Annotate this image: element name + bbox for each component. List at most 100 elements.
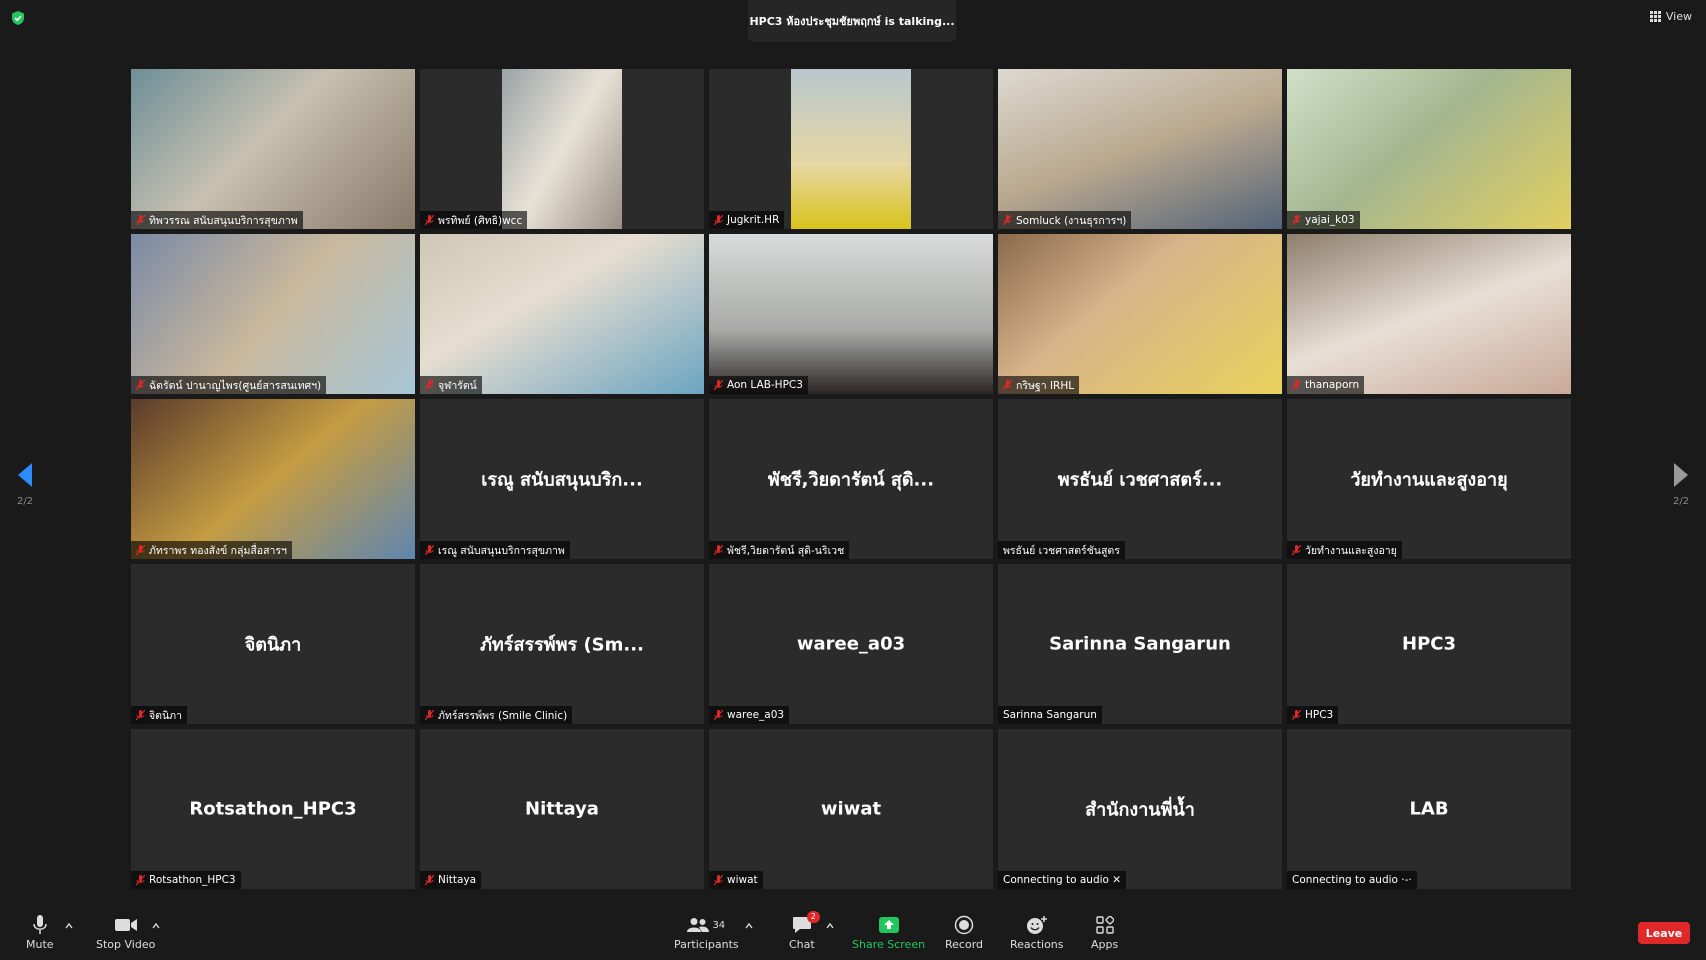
microphone-icon (33, 915, 47, 934)
participant-tile[interactable]: ทิพวรรณ สนับสนุนบริการสุขภาพ (131, 69, 415, 229)
participant-tile[interactable]: จุฬารัตน์ (420, 234, 704, 394)
participant-name-label: ทิพวรรณ สนับสนุนบริการสุขภาพ (131, 211, 303, 229)
participant-tile[interactable]: พรธันย์ เวชศาสตร์... พรธันย์ เวชศาสตร์ชั… (998, 399, 1282, 559)
right-arrow-icon[interactable] (1673, 462, 1689, 488)
participant-name-label: Rotsathon_HPC3 (131, 871, 241, 889)
participant-name-label: Aon LAB-HPC3 (709, 376, 808, 394)
participant-name: Somluck (งานธุรการฯ) (1016, 214, 1127, 227)
participant-tile[interactable]: กริษฐา IRHL (998, 234, 1282, 394)
participant-name-label: พรทิพย์ (ศิทธิ)wcc (420, 211, 528, 229)
participant-tile[interactable]: Rotsathon_HPC3 Rotsathon_HPC3 (131, 729, 415, 889)
participant-tile[interactable]: จิตนิภา จิตนิภา (131, 564, 415, 724)
reactions-button[interactable]: Reactions (1010, 912, 1064, 951)
view-button[interactable]: View (1649, 10, 1692, 23)
mic-muted-icon (1003, 379, 1012, 390)
participant-name-label: ภัทราพร ทองสังข์ กลุ่มสื่อสารฯ (131, 541, 292, 559)
participant-display-name: เรณู สนับสนุนบริก... (481, 469, 643, 491)
view-label: View (1665, 10, 1692, 23)
reactions-label: Reactions (1010, 938, 1064, 951)
mic-muted-icon (1292, 379, 1301, 390)
participant-display-name: Sarinna Sangarun (1049, 633, 1231, 655)
participant-tile[interactable]: เรณู สนับสนุนบริก... เรณู สนับสนุนบริการ… (420, 399, 704, 559)
participant-tile[interactable]: Sarinna Sangarun Sarinna Sangarun (998, 564, 1282, 724)
apps-icon (1095, 916, 1114, 934)
participant-tile[interactable]: waree_a03 waree_a03 (709, 564, 993, 724)
leave-meeting-button[interactable]: Leave (1638, 922, 1690, 944)
participant-name-label: ภัทร์สรรพ์พร (Smile Clinic) (420, 706, 573, 724)
participant-video-grid: ทิพวรรณ สนับสนุนบริการสุขภาพ พรทิพย์ (ศิ… (131, 69, 1571, 889)
participant-name-label: Jugkrit.HR (709, 211, 785, 229)
participant-tile[interactable]: สำนักงานพี่น้ำ Connecting to audio ✕ (998, 729, 1282, 889)
participant-tile[interactable]: Somluck (งานธุรการฯ) (998, 69, 1282, 229)
apps-button[interactable]: Apps (1091, 912, 1118, 951)
participant-tile[interactable]: thanaporn (1287, 234, 1571, 394)
participant-name: กริษฐา IRHL (1016, 379, 1075, 392)
participant-tile[interactable]: HPC3 HPC3 (1287, 564, 1571, 724)
grid-view-icon (1649, 11, 1661, 22)
video-feed (998, 234, 1282, 394)
participant-tile[interactable]: ภัทราพร ทองสังข์ กลุ่มสื่อสารฯ (131, 399, 415, 559)
participant-tile[interactable]: Nittaya Nittaya (420, 729, 704, 889)
participant-name: ภัทราพร ทองสังข์ กลุ่มสื่อสารฯ (149, 544, 287, 557)
participant-name-label: จุฬารัตน์ (420, 376, 482, 394)
participant-display-name: วัยทำงานและสูงอายุ (1350, 469, 1508, 491)
participant-name: thanaporn (1305, 379, 1360, 391)
participant-display-name: สำนักงานพี่น้ำ (1085, 799, 1195, 821)
participants-button[interactable]: 34 Participants (674, 912, 739, 951)
mic-muted-icon (714, 874, 723, 885)
mic-muted-icon (1003, 214, 1012, 225)
participant-name-label: Sarinna Sangarun (998, 706, 1102, 724)
chat-button[interactable]: 2 Chat (789, 911, 820, 951)
mic-muted-icon (136, 544, 145, 555)
record-button[interactable]: Record (945, 912, 983, 951)
participant-tile[interactable]: yajai_k03 (1287, 69, 1571, 229)
participant-name: พรธันย์ เวชศาสตร์ชันสูตร (1003, 544, 1120, 557)
mute-button[interactable]: Mute (26, 912, 54, 951)
participant-name: ฉัตรัตน์ ปานาญไพร(ศูนย์สารสนเทศฯ) (149, 379, 322, 392)
mic-muted-icon (1292, 709, 1301, 720)
participant-tile[interactable]: วัยทำงานและสูงอายุ วัยทำงานและสูงอายุ (1287, 399, 1571, 559)
participant-name: พัชรี,วิยดารัตน์ สุดิ-นริเวช (727, 544, 845, 557)
mic-muted-icon (425, 214, 434, 225)
connecting-audio-status: Connecting to audio ✕ (1003, 874, 1122, 886)
participant-display-name: HPC3 (1402, 633, 1456, 655)
participant-tile[interactable]: พรทิพย์ (ศิทธิ)wcc (420, 69, 704, 229)
share-screen-label: Share Screen (852, 938, 926, 951)
participant-tile[interactable]: ฉัตรัตน์ ปานาญไพร(ศูนย์สารสนเทศฯ) (131, 234, 415, 394)
video-options-chevron-up-icon[interactable] (152, 922, 160, 930)
stop-video-button[interactable]: Stop Video (96, 912, 155, 951)
participant-display-name: waree_a03 (796, 633, 906, 655)
participant-name-label: Connecting to audio ✕ (998, 871, 1127, 889)
participant-tile[interactable]: Jugkrit.HR (709, 69, 993, 229)
participant-tile[interactable]: LAB Connecting to audio ·-· (1287, 729, 1571, 889)
mic-muted-icon (136, 214, 145, 225)
participant-display-name: Rotsathon_HPC3 (189, 798, 357, 820)
participant-display-name: ภัทร์สรรพ์พร (Sm... (480, 634, 644, 656)
page-indicator-right: 2/2 (1672, 496, 1690, 507)
participant-tile[interactable]: wiwat wiwat (709, 729, 993, 889)
chat-chevron-up-icon[interactable] (826, 922, 834, 930)
participant-name-label: wiwat (709, 871, 763, 889)
next-page[interactable]: 2/2 (1666, 462, 1696, 507)
participant-display-name: LAB (1409, 798, 1449, 820)
video-feed (131, 69, 415, 229)
participant-display-name: จิตนิภา (244, 634, 302, 656)
participant-name: วัยทำงานและสูงอายุ (1305, 544, 1397, 557)
participant-tile[interactable]: ภัทร์สรรพ์พร (Sm... ภัทร์สรรพ์พร (Smile … (420, 564, 704, 724)
audio-options-chevron-up-icon[interactable] (65, 922, 73, 930)
participants-chevron-up-icon[interactable] (745, 922, 753, 930)
participant-tile[interactable]: พัชรี,วิยดารัตน์ สุดิ... พัชรี,วิยดารัตน… (709, 399, 993, 559)
video-camera-icon (114, 919, 137, 931)
share-screen-button[interactable]: Share Screen (852, 912, 925, 951)
active-speaker-banner: HPC3 ห้องประชุมชัยพฤกษ์ is talking... (748, 0, 956, 42)
participant-name-label: thanaporn (1287, 376, 1365, 394)
security-shield-icon[interactable] (10, 10, 26, 26)
video-feed (998, 69, 1282, 229)
participant-name: ทิพวรรณ สนับสนุนบริการสุขภาพ (149, 214, 298, 227)
participant-tile[interactable]: Aon LAB-HPC3 (709, 234, 993, 394)
previous-page[interactable]: 2/2 (10, 462, 40, 507)
mic-muted-icon (714, 379, 723, 390)
mute-label: Mute (26, 938, 54, 951)
left-arrow-icon[interactable] (17, 462, 33, 488)
share-screen-icon (878, 917, 899, 933)
